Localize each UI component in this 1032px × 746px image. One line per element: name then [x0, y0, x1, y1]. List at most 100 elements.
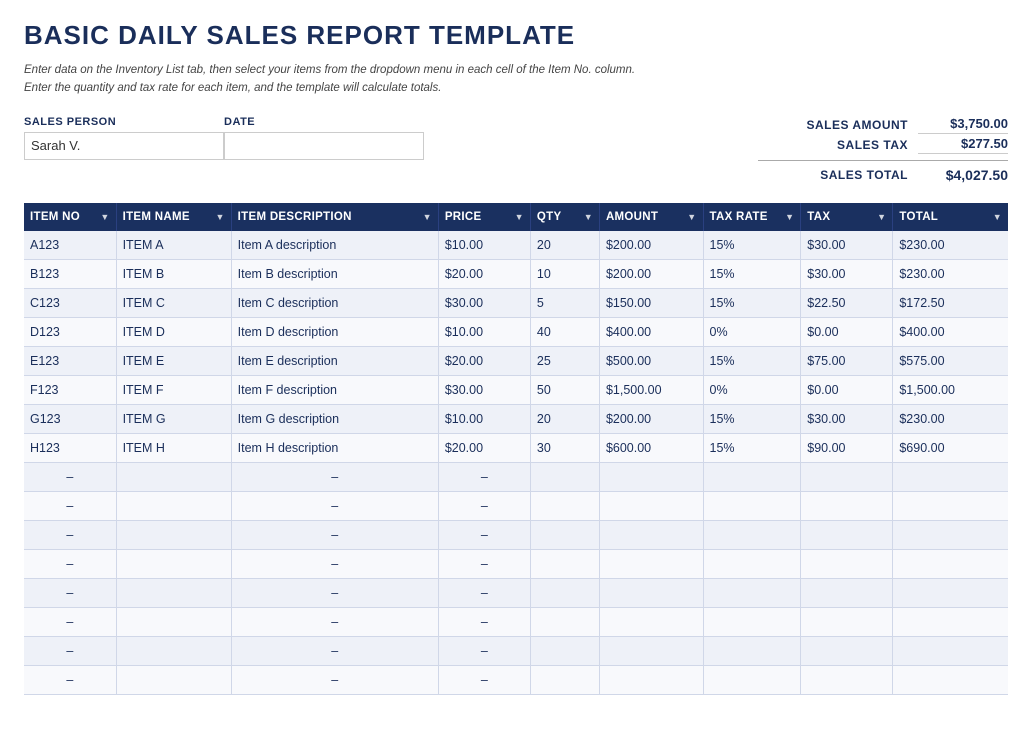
cell-tax[interactable]: $0.00: [801, 375, 893, 404]
cell-item_no[interactable]: D123: [24, 317, 116, 346]
cell-tax[interactable]: $30.00: [801, 231, 893, 260]
empty-cell[interactable]: [599, 578, 703, 607]
empty-cell[interactable]: [801, 462, 893, 491]
cell-item_no[interactable]: B123: [24, 259, 116, 288]
cell-amount[interactable]: $500.00: [599, 346, 703, 375]
cell-amount[interactable]: $600.00: [599, 433, 703, 462]
cell-item_name[interactable]: ITEM E: [116, 346, 231, 375]
empty-cell[interactable]: [893, 491, 1008, 520]
empty-cell[interactable]: –: [438, 578, 530, 607]
empty-cell[interactable]: –: [24, 578, 116, 607]
empty-cell[interactable]: –: [24, 665, 116, 694]
col-header-item-name[interactable]: ITEM NAME ▼: [116, 203, 231, 231]
cell-price[interactable]: $10.00: [438, 404, 530, 433]
cell-item_name[interactable]: ITEM C: [116, 288, 231, 317]
cell-qty[interactable]: 20: [530, 404, 599, 433]
col-header-amount[interactable]: AMOUNT ▼: [599, 203, 703, 231]
empty-cell[interactable]: [703, 665, 801, 694]
empty-cell[interactable]: [530, 520, 599, 549]
cell-qty[interactable]: 20: [530, 231, 599, 260]
empty-cell[interactable]: [530, 462, 599, 491]
cell-item_desc[interactable]: Item H description: [231, 433, 438, 462]
item-name-dropdown-icon[interactable]: ▼: [215, 212, 224, 222]
empty-cell[interactable]: [893, 636, 1008, 665]
empty-cell[interactable]: [801, 491, 893, 520]
empty-cell[interactable]: [116, 578, 231, 607]
empty-cell[interactable]: [599, 462, 703, 491]
cell-qty[interactable]: 50: [530, 375, 599, 404]
empty-cell[interactable]: [703, 607, 801, 636]
empty-cell[interactable]: [116, 636, 231, 665]
cell-total[interactable]: $230.00: [893, 231, 1008, 260]
empty-cell[interactable]: –: [24, 607, 116, 636]
cell-price[interactable]: $20.00: [438, 346, 530, 375]
empty-cell[interactable]: [703, 549, 801, 578]
empty-cell[interactable]: [893, 665, 1008, 694]
date-input[interactable]: [224, 132, 424, 160]
cell-price[interactable]: $30.00: [438, 288, 530, 317]
col-header-qty[interactable]: QTY ▼: [530, 203, 599, 231]
cell-total[interactable]: $400.00: [893, 317, 1008, 346]
empty-cell[interactable]: [116, 607, 231, 636]
cell-tax[interactable]: $30.00: [801, 404, 893, 433]
cell-item_no[interactable]: G123: [24, 404, 116, 433]
empty-cell[interactable]: [801, 607, 893, 636]
empty-cell[interactable]: –: [438, 462, 530, 491]
cell-item_no[interactable]: H123: [24, 433, 116, 462]
cell-item_no[interactable]: E123: [24, 346, 116, 375]
cell-tax_rate[interactable]: 15%: [703, 288, 801, 317]
cell-item_desc[interactable]: Item C description: [231, 288, 438, 317]
cell-tax[interactable]: $90.00: [801, 433, 893, 462]
empty-cell[interactable]: [599, 636, 703, 665]
cell-tax[interactable]: $22.50: [801, 288, 893, 317]
cell-qty[interactable]: 10: [530, 259, 599, 288]
cell-item_name[interactable]: ITEM B: [116, 259, 231, 288]
empty-cell[interactable]: –: [231, 665, 438, 694]
empty-cell[interactable]: –: [438, 491, 530, 520]
empty-cell[interactable]: –: [24, 636, 116, 665]
empty-cell[interactable]: –: [438, 665, 530, 694]
empty-cell[interactable]: [801, 549, 893, 578]
cell-price[interactable]: $10.00: [438, 317, 530, 346]
cell-tax_rate[interactable]: 0%: [703, 317, 801, 346]
empty-cell[interactable]: [703, 636, 801, 665]
empty-cell[interactable]: [116, 549, 231, 578]
cell-total[interactable]: $230.00: [893, 259, 1008, 288]
salesperson-input[interactable]: [24, 132, 224, 160]
total-dropdown-icon[interactable]: ▼: [993, 212, 1002, 222]
cell-total[interactable]: $230.00: [893, 404, 1008, 433]
amount-dropdown-icon[interactable]: ▼: [687, 212, 696, 222]
cell-tax[interactable]: $0.00: [801, 317, 893, 346]
empty-cell[interactable]: –: [24, 520, 116, 549]
empty-cell[interactable]: –: [231, 578, 438, 607]
empty-cell[interactable]: [530, 607, 599, 636]
cell-tax[interactable]: $75.00: [801, 346, 893, 375]
cell-amount[interactable]: $400.00: [599, 317, 703, 346]
cell-tax_rate[interactable]: 0%: [703, 375, 801, 404]
cell-item_no[interactable]: A123: [24, 231, 116, 260]
cell-item_no[interactable]: C123: [24, 288, 116, 317]
tax-dropdown-icon[interactable]: ▼: [877, 212, 886, 222]
empty-cell[interactable]: [893, 520, 1008, 549]
col-header-total[interactable]: TOTAL ▼: [893, 203, 1008, 231]
cell-item_desc[interactable]: Item A description: [231, 231, 438, 260]
empty-cell[interactable]: –: [438, 549, 530, 578]
cell-qty[interactable]: 25: [530, 346, 599, 375]
empty-cell[interactable]: –: [24, 491, 116, 520]
cell-qty[interactable]: 30: [530, 433, 599, 462]
cell-tax_rate[interactable]: 15%: [703, 346, 801, 375]
price-dropdown-icon[interactable]: ▼: [515, 212, 524, 222]
empty-cell[interactable]: [530, 549, 599, 578]
empty-cell[interactable]: [599, 520, 703, 549]
empty-cell[interactable]: [530, 491, 599, 520]
empty-cell[interactable]: [530, 636, 599, 665]
cell-tax_rate[interactable]: 15%: [703, 231, 801, 260]
cell-qty[interactable]: 40: [530, 317, 599, 346]
cell-amount[interactable]: $200.00: [599, 231, 703, 260]
col-header-tax[interactable]: TAX ▼: [801, 203, 893, 231]
cell-item_desc[interactable]: Item D description: [231, 317, 438, 346]
empty-cell[interactable]: [703, 578, 801, 607]
col-header-item-desc[interactable]: ITEM DESCRIPTION ▼: [231, 203, 438, 231]
cell-item_no[interactable]: F123: [24, 375, 116, 404]
cell-amount[interactable]: $1,500.00: [599, 375, 703, 404]
